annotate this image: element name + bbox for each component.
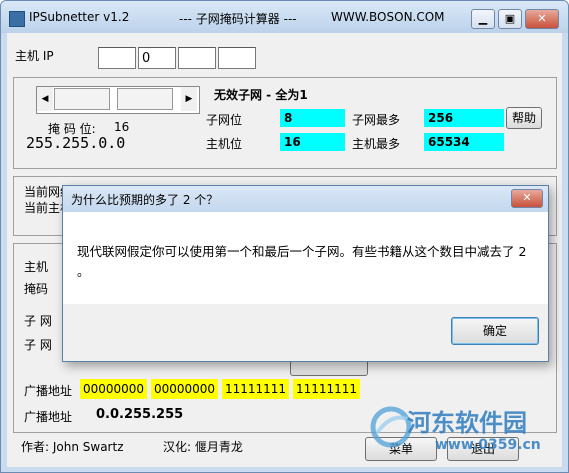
broadcast-octet-2: 00000000 xyxy=(151,379,218,399)
ip-octet-1[interactable] xyxy=(98,47,136,69)
author-label: 作者: John Swartz xyxy=(21,440,124,454)
subnet-label-2: 子 网 xyxy=(24,338,52,352)
minimize-button[interactable]: ▁ xyxy=(471,9,495,29)
app-subtitle: --- 子网掩码计算器 --- xyxy=(179,12,297,26)
broadcast-label: 广播地址 xyxy=(24,384,73,398)
close-icon: ✕ xyxy=(522,191,532,204)
close-icon: ✕ xyxy=(537,12,547,25)
broadcast-octet-1: 00000000 xyxy=(80,379,147,399)
mask-value: 255.255.0.0 xyxy=(26,134,126,152)
host-bits-value: 16 xyxy=(280,133,345,151)
maximize-button[interactable]: ▣ xyxy=(498,9,522,29)
info-dialog: 为什么比预期的多了 2 个？ ✕ 现代联网假定你可以使用第一个和最后一个子网。有… xyxy=(62,185,549,362)
subnet-bits-label: 子网位 xyxy=(206,113,243,127)
scroll-track-left xyxy=(54,88,110,110)
max-subnets-label: 子网最多 xyxy=(352,113,401,127)
dialog-close-button[interactable]: ✕ xyxy=(511,189,543,208)
mask-bits-value: 16 xyxy=(114,120,130,134)
dialog-message-end: 。 xyxy=(77,264,90,279)
scroll-right-icon[interactable]: ▶ xyxy=(181,87,197,111)
mask-group: ◀ ▶ 掩 码 位: 16 255.255.0.0 无效子网 - 全为1 子网位… xyxy=(13,77,557,169)
watermark: 河东软件园 www.0359.cn xyxy=(361,401,561,471)
minimize-icon: ▁ xyxy=(478,12,488,25)
broadcast-octet-4: 11111111 xyxy=(293,379,360,399)
mask-label: 掩码 xyxy=(24,282,49,296)
translator-label: 汉化: 偃月青龙 xyxy=(163,440,243,454)
app-title: IPSubnetter v1.2 xyxy=(29,10,130,24)
ip-octet-4[interactable] xyxy=(218,47,256,69)
help-button[interactable]: 帮助 xyxy=(506,107,542,129)
broadcast-octet-3: 11111111 xyxy=(222,379,289,399)
watermark-url: www.0359.cn xyxy=(435,437,541,453)
max-hosts-label: 主机最多 xyxy=(352,137,401,151)
scroll-thumb[interactable] xyxy=(117,88,173,110)
dialog-title-bar: 为什么比预期的多了 2 个？ ✕ xyxy=(63,186,548,212)
ip-octet-3[interactable] xyxy=(178,47,216,69)
scroll-left-icon[interactable]: ◀ xyxy=(37,87,53,111)
max-hosts-value: 65534 xyxy=(424,133,504,151)
host-bits-label: 主机位 xyxy=(206,137,243,151)
title-bar: IPSubnetter v1.2 --- 子网掩码计算器 --- WWW.BOS… xyxy=(1,1,568,33)
dialog-body: 现代联网假定你可以使用第一个和最后一个子网。有些书籍从这个数目中减去了 2 。 xyxy=(63,212,548,304)
summary-heading: 无效子网 - 全为1 xyxy=(214,88,308,102)
close-button[interactable]: ✕ xyxy=(525,9,559,29)
subnet-label-1: 子 网 xyxy=(24,314,52,328)
broadcast-address-label: 广播地址 xyxy=(24,410,73,424)
ip-octet-2[interactable]: 0 xyxy=(138,47,176,69)
dialog-message: 现代联网假定你可以使用第一个和最后一个子网。有些书籍从这个数目中减去了 2 xyxy=(77,244,527,259)
host-label: 主机 xyxy=(24,260,49,274)
mask-scrollbar[interactable]: ◀ ▶ xyxy=(36,86,200,114)
app-icon xyxy=(9,11,25,27)
max-subnets-value: 256 xyxy=(424,109,504,127)
dialog-title: 为什么比预期的多了 2 个？ xyxy=(71,193,219,207)
broadcast-address-value: 0.0.255.255 xyxy=(96,407,184,422)
subnet-bits-value: 8 xyxy=(280,109,345,127)
watermark-text: 河东软件园 xyxy=(407,409,527,437)
host-ip-label: 主机 IP xyxy=(15,49,54,63)
ok-button[interactable]: 确定 xyxy=(451,317,539,345)
website-label: WWW.BOSON.COM xyxy=(331,10,445,24)
maximize-icon: ▣ xyxy=(504,12,516,25)
